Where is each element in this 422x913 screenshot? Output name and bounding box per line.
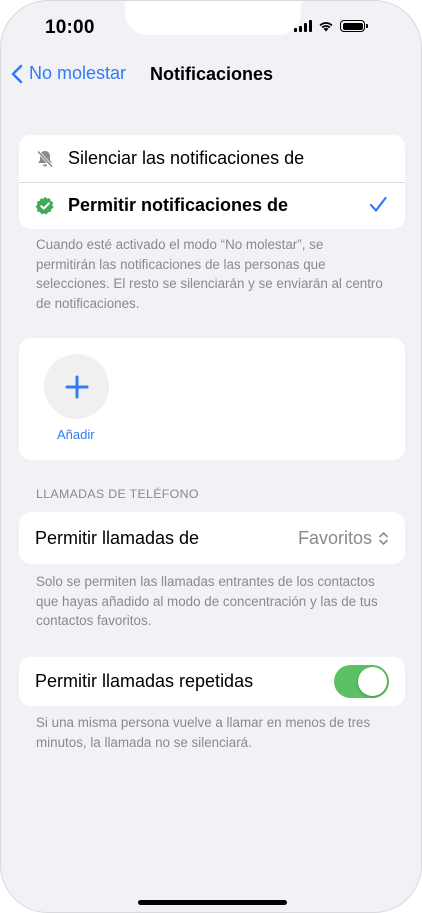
option-silence-notifications[interactable]: Silenciar las notificaciones de [19, 135, 405, 182]
back-button-label: No molestar [29, 63, 127, 83]
checkmark-icon [369, 196, 387, 212]
cellular-signal-icon [294, 20, 312, 32]
allow-calls-group: Permitir llamadas de Favoritos [19, 512, 405, 564]
camera-notch [125, 1, 301, 35]
add-person-label[interactable]: Añadir [57, 427, 95, 442]
green-badge-check-icon [35, 196, 55, 216]
wifi-icon [319, 22, 333, 32]
allow-calls-selector[interactable]: Favoritos [298, 528, 389, 549]
chevron-left-icon [11, 64, 23, 83]
back-button[interactable]: No molestar [11, 63, 126, 84]
plus-icon [65, 375, 88, 398]
option-label: Silenciar las notificaciones de [68, 148, 305, 168]
notification-mode-group: Silenciar las notificaciones de Permitir… [19, 135, 405, 229]
repeated-calls-footnote: Si una misma persona vuelve a llamar en … [36, 715, 371, 750]
navigation-bar: No molestar Notificaciones [1, 63, 421, 89]
add-person-button[interactable] [44, 354, 109, 419]
people-card: Añadir [19, 338, 405, 460]
bell-slash-icon [35, 149, 55, 169]
repeated-calls-group: Permitir llamadas repetidas [19, 657, 405, 706]
toggle-knob [358, 667, 387, 696]
status-time: 10:00 [45, 17, 95, 38]
allow-calls-row[interactable]: Permitir llamadas de Favoritos [19, 512, 405, 564]
phone-screen: 10:00 No molestar Notificaciones Silenci… [0, 0, 422, 913]
allow-calls-label: Permitir llamadas de [35, 527, 200, 548]
notification-mode-footnote: Cuando esté activado el modo “No molesta… [36, 237, 383, 311]
chevron-up-down-icon [379, 531, 388, 545]
home-indicator[interactable] [138, 900, 287, 905]
battery-icon [340, 20, 368, 32]
repeated-calls-toggle[interactable] [334, 665, 389, 698]
repeated-calls-row: Permitir llamadas repetidas [19, 657, 405, 706]
page-title: Notificaciones [150, 64, 274, 84]
option-label: Permitir notificaciones de [68, 195, 289, 215]
allow-calls-footnote: Solo se permiten las llamadas entrantes … [36, 574, 378, 628]
option-allow-notifications[interactable]: Permitir notificaciones de [19, 182, 405, 229]
section-header-phone-calls: LLAMADAS DE TELÉFONO [36, 487, 199, 501]
repeated-calls-label: Permitir llamadas repetidas [35, 671, 254, 691]
status-icons [294, 20, 368, 32]
allow-calls-value: Favoritos [297, 527, 372, 548]
